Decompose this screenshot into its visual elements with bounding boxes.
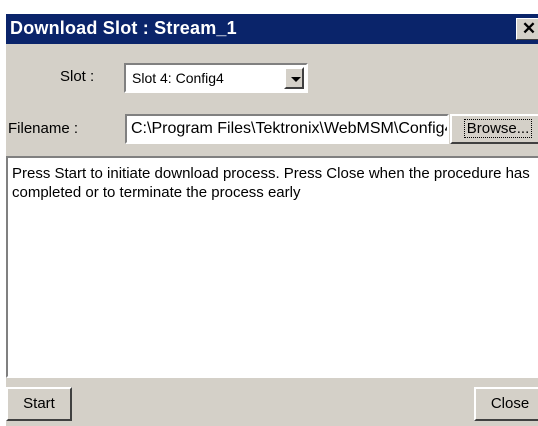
window-title: Download Slot : Stream_1 (10, 18, 237, 38)
chevron-down-icon[interactable] (284, 67, 304, 89)
browse-button-label: Browse... (463, 119, 533, 138)
browse-button[interactable]: Browse... (450, 114, 538, 144)
close-button[interactable]: Close (474, 387, 538, 421)
download-slot-dialog: Download Slot : Stream_1 ✕ Slot : Slot 4… (6, 14, 538, 426)
title-bar[interactable]: Download Slot : Stream_1 ✕ (6, 14, 538, 44)
slot-selected-value: Slot 4: Config4 (132, 70, 224, 86)
filename-value: C:\Program Files\Tektronix\WebMSM\Config… (131, 120, 449, 137)
message-area[interactable]: Press Start to initiate download process… (6, 156, 538, 378)
message-text: Press Start to initiate download process… (12, 165, 530, 201)
filename-field[interactable]: C:\Program Files\Tektronix\WebMSM\Config… (125, 114, 449, 144)
start-button[interactable]: Start (6, 387, 72, 421)
close-icon[interactable]: ✕ (516, 18, 538, 40)
slot-label: Slot : (60, 68, 95, 85)
filename-label: Filename : (8, 120, 79, 137)
slot-dropdown[interactable]: Slot 4: Config4 (124, 63, 308, 93)
